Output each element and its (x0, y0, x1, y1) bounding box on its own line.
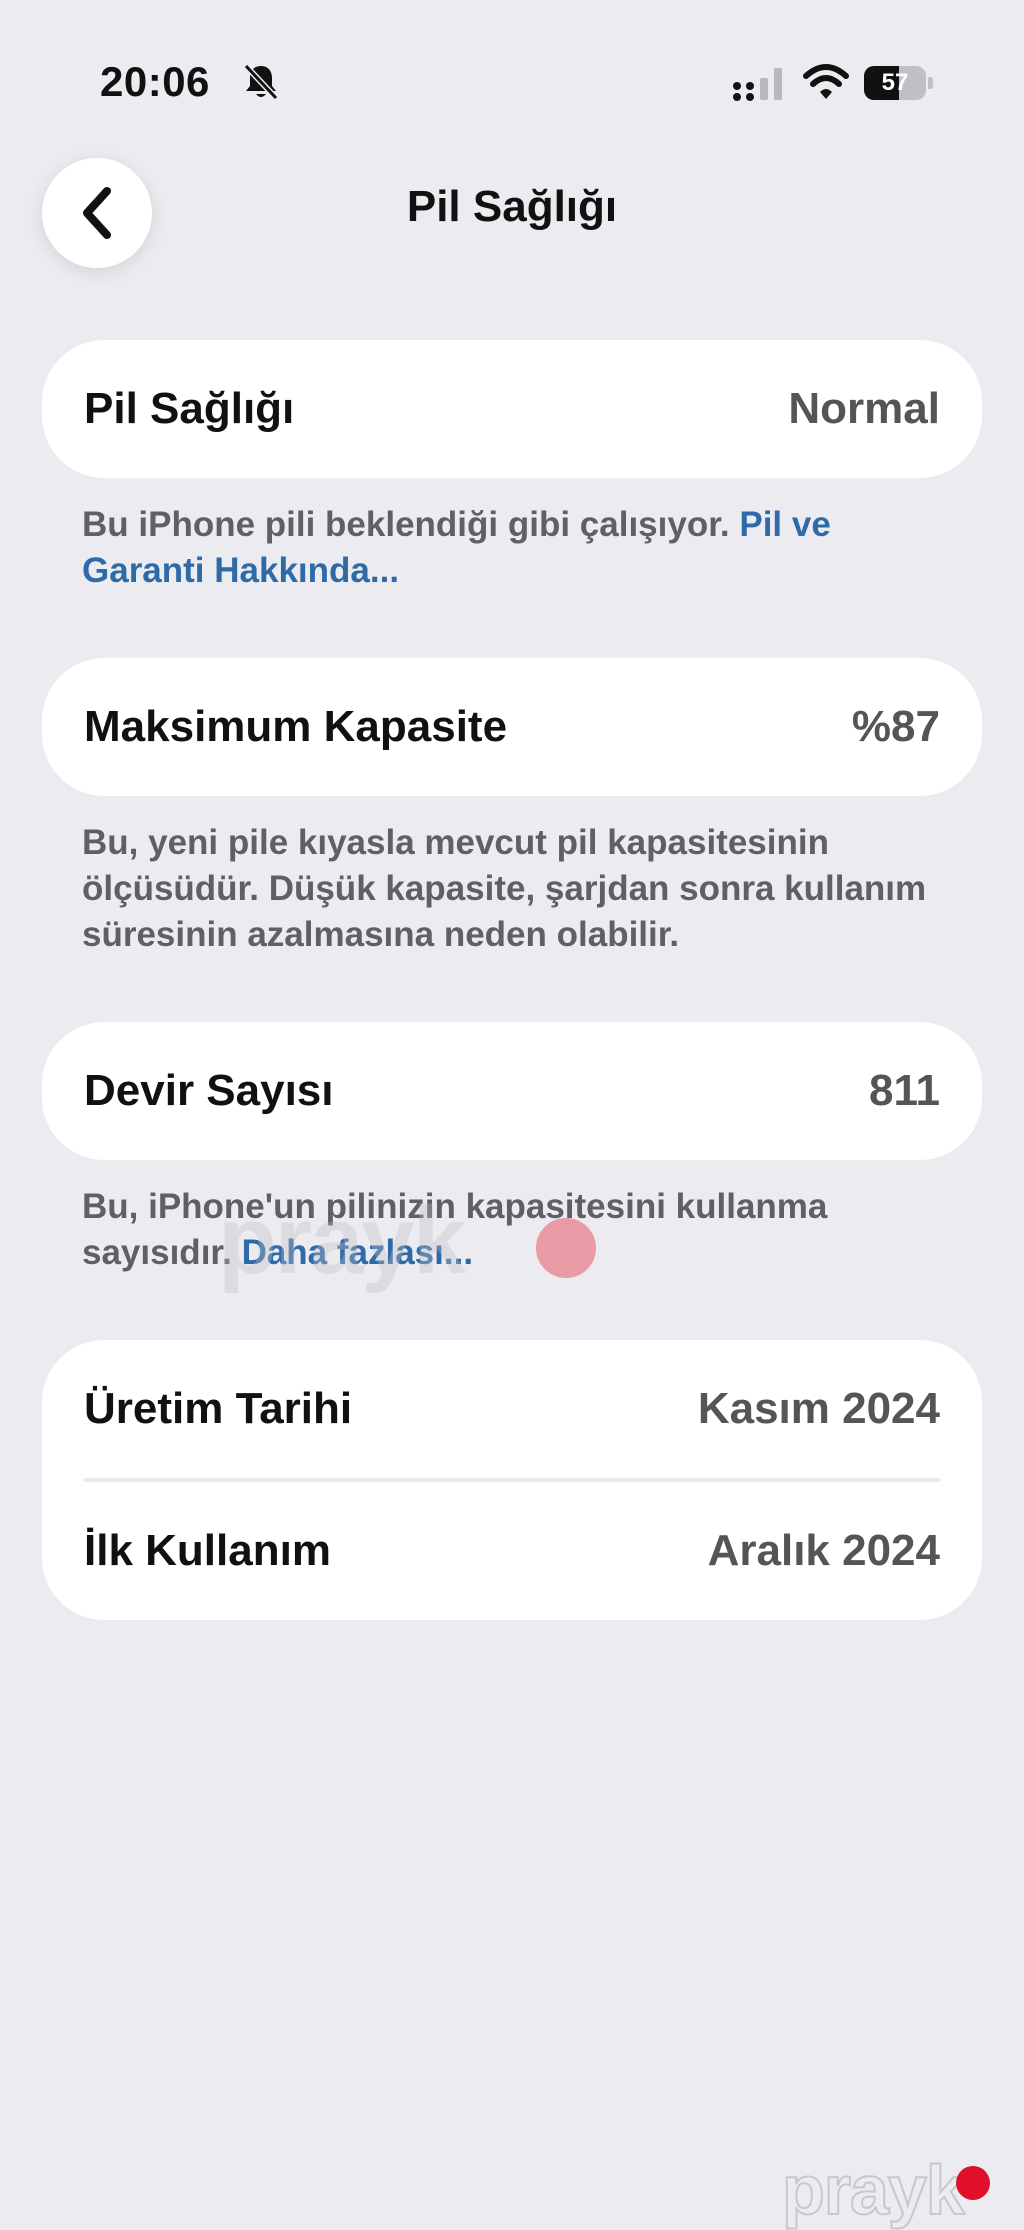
max-capacity-label: Maksimum Kapasite (84, 702, 508, 751)
max-capacity-card: Maksimum Kapasite %87 (42, 658, 982, 796)
cycle-count-value: 811 (869, 1066, 940, 1115)
manufacture-date-label: Üretim Tarihi (84, 1384, 353, 1433)
battery-health-value: Normal (788, 384, 940, 433)
center-watermark-dot (536, 1218, 596, 1278)
cellular-signal-icon (733, 68, 782, 101)
page-title: Pil Sağlığı (406, 182, 618, 231)
battery-health-note-text: Bu iPhone pili beklendiği gibi çalışıyor… (82, 505, 740, 544)
brand-watermark-dot (956, 2166, 990, 2200)
battery-icon: 57 (864, 66, 934, 102)
max-capacity-row: Maksimum Kapasite %87 (42, 658, 982, 796)
brand-watermark: prayk (781, 2150, 966, 2230)
battery-health-label: Pil Sağlığı (84, 384, 295, 433)
battery-health-card: Pil Sağlığı Normal (42, 340, 982, 478)
first-use-label: İlk Kullanım (84, 1526, 331, 1575)
first-use-row: İlk Kullanım Aralık 2024 (42, 1482, 982, 1620)
wifi-icon (803, 64, 849, 99)
cycle-count-card: Devir Sayısı 811 (42, 1022, 982, 1160)
battery-health-note: Bu iPhone pili beklendiği gibi çalışıyor… (82, 502, 962, 594)
center-watermark: prayk (218, 1187, 466, 1294)
cycle-count-row: Devir Sayısı 811 (42, 1022, 982, 1160)
max-capacity-value: %87 (851, 702, 940, 751)
max-capacity-note: Bu, yeni pile kıyasla mevcut pil kapasit… (82, 823, 927, 954)
bell-slash-icon (243, 63, 279, 101)
cycle-count-note: Bu, iPhone'un pilinizin kapasitesini kul… (82, 1184, 962, 1276)
first-use-value: Aralık 2024 (707, 1526, 940, 1575)
manufacture-date-value: Kasım 2024 (697, 1384, 940, 1433)
battery-health-row: Pil Sağlığı Normal (42, 340, 982, 478)
manufacture-date-row: Üretim Tarihi Kasım 2024 (42, 1340, 982, 1478)
cycle-count-label: Devir Sayısı (84, 1066, 334, 1115)
status-bar: 20:06 57 (0, 0, 1024, 150)
dates-card: Üretim Tarihi Kasım 2024 İlk Kullanım Ar… (42, 1340, 982, 1620)
status-time: 20:06 (100, 58, 210, 105)
battery-percentage: 57 (881, 69, 909, 96)
